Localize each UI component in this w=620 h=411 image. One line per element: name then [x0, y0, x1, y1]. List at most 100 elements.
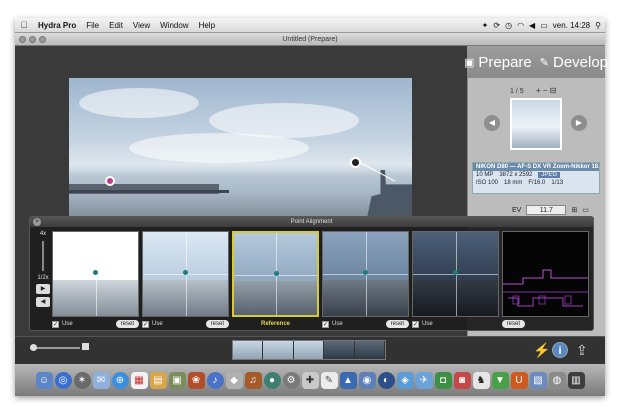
- zoom-window-icon[interactable]: [39, 36, 46, 43]
- photos-icon[interactable]: ❀: [187, 371, 205, 389]
- app-icon-14[interactable]: ◍: [548, 371, 566, 389]
- info-icon[interactable]: i: [552, 342, 568, 358]
- format-badge: JPEG: [538, 172, 561, 178]
- alignment-tile-1[interactable]: [52, 231, 139, 317]
- zoom-slider[interactable]: [42, 241, 44, 271]
- current-thumbnail[interactable]: [510, 98, 562, 150]
- sync-icon[interactable]: ⟳: [493, 21, 500, 30]
- ev-field[interactable]: 11.7: [526, 205, 567, 215]
- tile-4-footer: ✓ Use reset: [322, 319, 409, 329]
- window-title: Untitled (Prepare): [282, 36, 338, 43]
- alignment-tile-5[interactable]: [412, 231, 499, 317]
- status-area: ✦ ⟳ ◷ ◠ ◀ ▭ ven. 14:28 ⚲: [482, 21, 605, 30]
- tile-5-reset-button[interactable]: reset: [501, 320, 525, 328]
- filmstrip-item[interactable]: [233, 341, 264, 359]
- notes-icon[interactable]: ▤: [149, 371, 167, 389]
- slider-knob[interactable]: [30, 344, 37, 351]
- menu-help[interactable]: Help: [194, 21, 220, 30]
- share-icon[interactable]: ⇪: [576, 342, 588, 359]
- tile-4-use-checkbox[interactable]: ✓: [322, 320, 329, 328]
- alignment-tile-2[interactable]: [142, 231, 229, 317]
- safari-icon[interactable]: ◎: [54, 371, 72, 389]
- image-counter: 1 / 5: [510, 88, 524, 95]
- cow-icon[interactable]: ♞: [472, 371, 490, 389]
- exif-info: NIKON D80 — AF-S DX VR Zoom-Nikkor 18...…: [472, 162, 600, 194]
- rewind-icon[interactable]: ◀: [36, 297, 50, 307]
- tile-4-reset-button[interactable]: reset: [385, 320, 409, 328]
- menu-file[interactable]: File: [81, 21, 104, 30]
- wifi-icon[interactable]: ◠: [517, 21, 524, 30]
- battery-icon[interactable]: ▭: [540, 21, 548, 30]
- mode-prepare[interactable]: Prepare: [478, 54, 531, 71]
- menu-edit[interactable]: Edit: [104, 21, 128, 30]
- filmstrip[interactable]: [232, 340, 386, 360]
- tile-5-use-label: Use: [422, 321, 433, 327]
- filmstrip-item[interactable]: [324, 341, 355, 359]
- camera-model: NIKON D80 — AF-S DX VR Zoom-Nikkor 18...: [473, 163, 599, 171]
- auto-align-icon[interactable]: ⚡: [533, 342, 550, 359]
- app-icon-1[interactable]: ◆: [225, 371, 243, 389]
- app-icon-11[interactable]: ▼: [491, 371, 509, 389]
- guitar-icon[interactable]: ♫: [244, 371, 262, 389]
- preview-photo[interactable]: [69, 78, 412, 218]
- itunes-icon[interactable]: ♪: [206, 371, 224, 389]
- menu-view[interactable]: View: [128, 21, 155, 30]
- clock-label[interactable]: ven. 14:28: [553, 21, 590, 30]
- app-icon-10[interactable]: ◙: [453, 371, 471, 389]
- minimize-window-icon[interactable]: [29, 36, 36, 43]
- close-window-icon[interactable]: [19, 36, 26, 43]
- alignment-tile-edges[interactable]: [502, 231, 589, 317]
- mail-icon[interactable]: ✉: [92, 371, 110, 389]
- menu-window[interactable]: Window: [155, 21, 193, 30]
- ev-camera-icon[interactable]: ▭: [582, 206, 589, 214]
- alignment-point-pink[interactable]: [105, 176, 115, 186]
- tile-1-footer: ✓ Use reset: [52, 319, 139, 329]
- app-icon-2[interactable]: ●: [263, 371, 281, 389]
- next-image-button[interactable]: ▶: [571, 115, 587, 131]
- app-icon-7[interactable]: ◈: [396, 371, 414, 389]
- iso: ISO 100: [476, 180, 499, 186]
- calendar-icon[interactable]: ▦: [130, 371, 148, 389]
- filmstrip-item[interactable]: [354, 341, 386, 359]
- trash-icon[interactable]: ▥: [567, 371, 585, 389]
- alignment-tile-4[interactable]: [322, 231, 409, 317]
- menu-app[interactable]: Hydra Pro: [33, 21, 81, 30]
- thumbnail-size-slider[interactable]: [30, 343, 89, 351]
- app-icon-6[interactable]: ◐: [377, 371, 395, 389]
- panel-close-icon[interactable]: ×: [33, 218, 41, 226]
- launchpad-icon[interactable]: ✶: [73, 371, 91, 389]
- tile-1-reset-button[interactable]: reset: [115, 320, 139, 328]
- app-icon-5[interactable]: ◉: [358, 371, 376, 389]
- spotlight-icon[interactable]: ⚲: [595, 21, 601, 30]
- browser-icon[interactable]: ⊕: [111, 371, 129, 389]
- app-icon-3[interactable]: ✚: [301, 371, 319, 389]
- alignment-point-dark[interactable]: [350, 157, 361, 168]
- tile-2-use-checkbox[interactable]: ✓: [142, 320, 149, 328]
- play-icon[interactable]: ▶: [36, 284, 50, 294]
- textedit-icon[interactable]: ✎: [320, 371, 338, 389]
- app-icon-9[interactable]: ◘: [434, 371, 452, 389]
- tile-1-use-checkbox[interactable]: ✓: [52, 320, 59, 328]
- app-icon-8[interactable]: ✈: [415, 371, 433, 389]
- volume-icon[interactable]: ◀: [529, 21, 535, 30]
- mode-develop[interactable]: Develop: [553, 54, 608, 71]
- preview-icon[interactable]: ▣: [168, 371, 186, 389]
- app-icon-4[interactable]: ▲: [339, 371, 357, 389]
- finder-icon[interactable]: ☺: [35, 371, 53, 389]
- filmstrip-item[interactable]: [293, 341, 325, 359]
- zoom-control: 4x 1/2x ▶ ◀: [34, 231, 52, 327]
- filmstrip-item[interactable]: [263, 341, 294, 359]
- clock-icon[interactable]: ◷: [505, 21, 512, 30]
- tile-2-reset-button[interactable]: reset: [205, 320, 229, 328]
- ev-lock-icon[interactable]: ⊞: [571, 206, 577, 214]
- app-icon-12[interactable]: U: [510, 371, 528, 389]
- previous-image-button[interactable]: ◀: [484, 115, 500, 131]
- app-icon-13[interactable]: ▧: [529, 371, 547, 389]
- settings-icon[interactable]: ⚙: [282, 371, 300, 389]
- tile-5-use-checkbox[interactable]: ✓: [412, 320, 419, 328]
- alignment-tile-reference[interactable]: [232, 231, 319, 317]
- dropbox-icon[interactable]: ✦: [482, 21, 489, 30]
- ev-row: EV 11.7 ⊞ ▭: [472, 203, 600, 217]
- apple-icon[interactable]: : [15, 20, 33, 30]
- add-remove-controls[interactable]: + − ⊟: [536, 86, 557, 95]
